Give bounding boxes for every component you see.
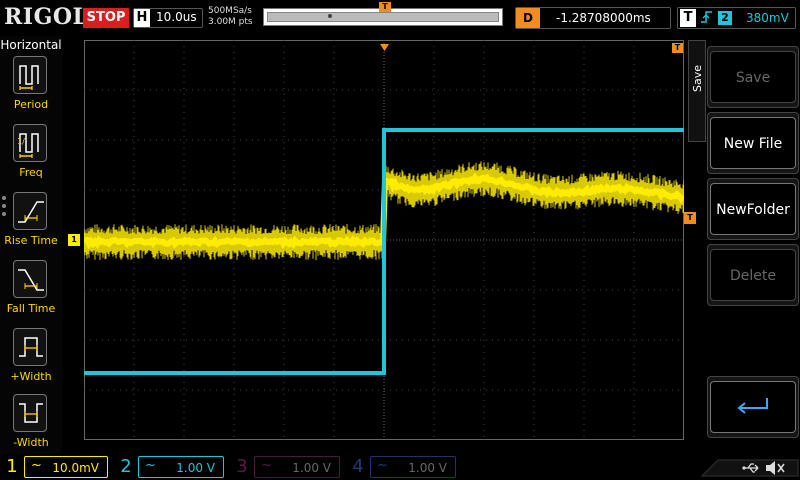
ch3-number: 3 — [236, 456, 248, 477]
trigger-source-badge: 2 — [718, 11, 732, 25]
top-status-bar: RIGOL STOP H 10.0us 500MSa/s 3.00M pts T… — [0, 0, 800, 36]
measure-period-label: Period — [13, 98, 49, 111]
ch1-scale: 10.0mV — [52, 461, 99, 475]
ch2-status[interactable]: 2 ~ 1.00 V — [114, 454, 228, 480]
ch4-coupling-icon: ~ — [377, 458, 388, 473]
save-button[interactable]: Save — [707, 46, 799, 108]
sample-rate: 500MSa/s — [208, 6, 252, 16]
new-file-button-label: New File — [710, 117, 796, 169]
rising-edge-icon — [700, 9, 714, 29]
memory-view-window — [267, 12, 499, 22]
run-stop-status[interactable]: STOP — [83, 8, 129, 28]
trigger-label: T — [680, 9, 696, 27]
timebase-display[interactable]: H 10.0us — [133, 8, 203, 28]
delete-button-label: Delete — [710, 249, 796, 301]
trigger-position-flag: T — [379, 2, 391, 12]
timebase-value: 10.0us — [156, 10, 197, 24]
ch2-scale: 1.00 V — [176, 461, 215, 475]
save-menu: Save Save New File NewFolder Delete — [688, 40, 800, 438]
ch3-status[interactable]: 3 ~ 1.00 V — [230, 454, 344, 480]
ch4-number: 4 — [352, 456, 364, 477]
ch2-trace — [84, 128, 684, 375]
menu-tab: Save — [688, 40, 706, 142]
ch1-coupling-icon: ~ — [31, 458, 42, 473]
ch3-coupling-icon: ~ — [261, 458, 272, 473]
ch3-scale: 1.00 V — [292, 461, 331, 475]
ch2-number: 2 — [120, 456, 132, 477]
ch2-info: ~ 1.00 V — [138, 456, 224, 478]
new-folder-button[interactable]: NewFolder — [707, 178, 799, 240]
memory-depth: 3.00M pts — [208, 17, 253, 27]
new-folder-button-label: NewFolder — [710, 183, 796, 235]
measure-rise-time[interactable]: Rise Time — [0, 192, 62, 256]
return-button[interactable] — [707, 376, 799, 438]
ch3-info: ~ 1.00 V — [254, 456, 340, 478]
measure-rise-time-label: Rise Time — [4, 234, 58, 247]
positive-width-icon — [13, 328, 47, 366]
ch1-offset-marker[interactable]: 1 — [68, 234, 80, 246]
negative-width-icon — [13, 394, 47, 432]
delete-button[interactable]: Delete — [707, 244, 799, 306]
new-file-button[interactable]: New File — [707, 112, 799, 174]
delay-label: D — [516, 8, 540, 28]
memory-view-marker — [328, 14, 332, 18]
measure-period[interactable]: Period — [0, 56, 62, 120]
measure-positive-width[interactable]: +Width — [0, 328, 62, 392]
measure-frequency-label: Freq — [19, 166, 43, 179]
traces — [84, 128, 684, 375]
svg-text:1/: 1/ — [17, 137, 25, 146]
waveform-grid — [84, 40, 684, 440]
ch1-info: ~ 10.0mV — [24, 456, 108, 478]
measure-positive-width-label: +Width — [10, 370, 52, 383]
ch1-status[interactable]: 1 ~ 10.0mV — [0, 454, 114, 480]
waveform-display[interactable] — [84, 40, 684, 440]
memory-position-bar[interactable]: T — [263, 2, 503, 26]
ch4-info: ~ 1.00 V — [370, 456, 456, 478]
trigger-level-value: 380mV — [746, 11, 789, 25]
trigger-display[interactable]: T 2 380mV — [677, 7, 796, 29]
brand-logo: RIGOL — [4, 4, 89, 30]
rise-time-icon — [13, 192, 47, 230]
trigger-time-marker[interactable] — [380, 36, 389, 51]
ch4-status[interactable]: 4 ~ 1.00 V — [346, 454, 460, 480]
ch4-scale: 1.00 V — [408, 461, 447, 475]
delay-value: -1.28708000ms — [556, 11, 651, 25]
save-button-label: Save — [710, 51, 796, 103]
return-icon — [710, 381, 796, 433]
menu-title: Horizontal — [0, 38, 62, 52]
horizontal-label: H — [134, 9, 150, 27]
fall-time-icon — [13, 260, 47, 298]
measurement-menu: Horizontal Period 1/ Freq Rise Time Fall… — [0, 36, 62, 454]
measure-frequency[interactable]: 1/ Freq — [0, 124, 62, 188]
measure-fall-time-label: Fall Time — [6, 302, 56, 315]
channel-status-bar: 1 ~ 10.0mV 2 ~ 1.00 V 3 ~ 1.00 V 4 ~ 1.0… — [0, 454, 800, 480]
ch2-coupling-icon: ~ — [145, 458, 156, 473]
trigger-level-flag: T — [672, 43, 683, 53]
ch1-number: 1 — [6, 456, 18, 477]
period-icon — [13, 56, 47, 94]
acquisition-info: 500MSa/s 3.00M pts — [208, 6, 253, 28]
system-status-area — [700, 454, 800, 480]
measure-negative-width[interactable]: -Width — [0, 394, 62, 458]
delay-display[interactable]: D -1.28708000ms — [515, 7, 671, 29]
frequency-icon: 1/ — [13, 124, 47, 162]
measure-negative-width-label: -Width — [13, 436, 49, 449]
measure-fall-time[interactable]: Fall Time — [0, 260, 62, 324]
menu-tab-label: Save — [691, 65, 704, 93]
